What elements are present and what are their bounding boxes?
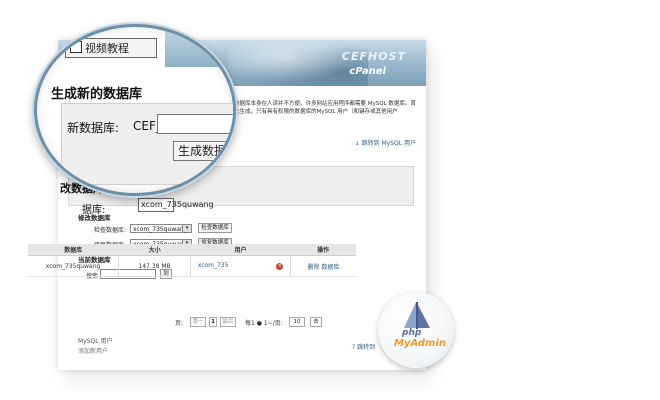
col-actions: 操作 [290,244,356,256]
goto-mysql-users-link[interactable]: ↓ 跳转到 MySQL 用户 [355,138,416,147]
pager-first-button[interactable]: 第一 [190,317,206,327]
delete-database-link[interactable]: 删除 数据库 [307,264,339,271]
cell-user: xcom_735 × [190,255,291,277]
phpmyadmin-badge[interactable]: php MyAdmin [378,292,454,368]
cell-actions: 删除 数据库 [290,255,356,277]
video-tutorial-label: 视频教程 [85,42,129,55]
check-db-select[interactable]: xcom_735quwang ▾ [130,224,192,233]
pager-label: 页: [175,320,184,327]
phpmyadmin-logo-myadmin: MyAdmin [394,338,447,349]
intro-text: 数据库本身在人读并不方便。许多网站应用程序都需要 MySQL 数据库。首先生成，… [234,101,416,115]
banner-decoration [228,40,368,86]
db-select-partial[interactable]: xcom_735quwang [138,198,214,212]
user-link[interactable]: xcom_735 [198,262,229,269]
db-partial-label: 据库: [82,205,106,216]
databases-table: 数据库 大小 用户 操作 xcom_735quwang 147.38 MB xc… [28,244,356,277]
create-database-title: 生成新的数据库 [51,87,143,102]
mysql-users-link[interactable]: ? 跳转到 [352,342,375,351]
remove-user-icon[interactable]: × [276,263,284,270]
cell-size: 147.38 MB [118,255,192,277]
per-page-label: 每1 ● 1~/页: [245,320,283,327]
pager-last-button[interactable]: 最后 [220,317,236,327]
col-database: 数据库 [28,244,119,256]
table-row: xcom_735quwang 147.38 MB xcom_735 × 删除 数… [28,255,356,277]
per-page-go-button[interactable]: 去 [310,317,322,327]
col-users: 用户 [190,244,291,256]
lens-banner [165,27,233,67]
video-icon [70,41,82,53]
mysql-users-title: MySQL 用户 [78,338,113,345]
check-db-button[interactable]: 检查数据库 [198,223,232,233]
sailboat-icon [404,302,430,329]
cell-database: xcom_735quwang [28,255,120,277]
check-db-label: 检查数据库: [94,227,127,234]
col-size: 大小 [118,244,191,256]
magnifier-lens: 视频教程 生成新的数据库 新数据库: CEF_ 生成数据库 [34,24,236,196]
db-select-partial-value: xcom_735quwang [141,200,214,209]
check-db-selected: xcom_735quwang [133,226,188,233]
new-database-input[interactable] [157,114,233,134]
pager-current-page[interactable]: 1 [209,317,217,327]
new-database-label: 新数据库: [67,121,120,135]
table-header-row: 数据库 大小 用户 操作 [28,244,356,256]
host-logo: CEFHOST [341,50,406,63]
video-tutorial-button[interactable]: 视频教程 [65,38,157,58]
create-database-button[interactable]: 生成数据库 [173,141,233,161]
add-user-title: 添加新用户 [78,348,109,355]
cpanel-logo: cPanel [349,66,386,77]
phpmyadmin-logo-php: php [402,328,422,338]
chevron-down-icon: ▾ [182,225,191,232]
per-page-input[interactable]: 10 [289,317,305,327]
